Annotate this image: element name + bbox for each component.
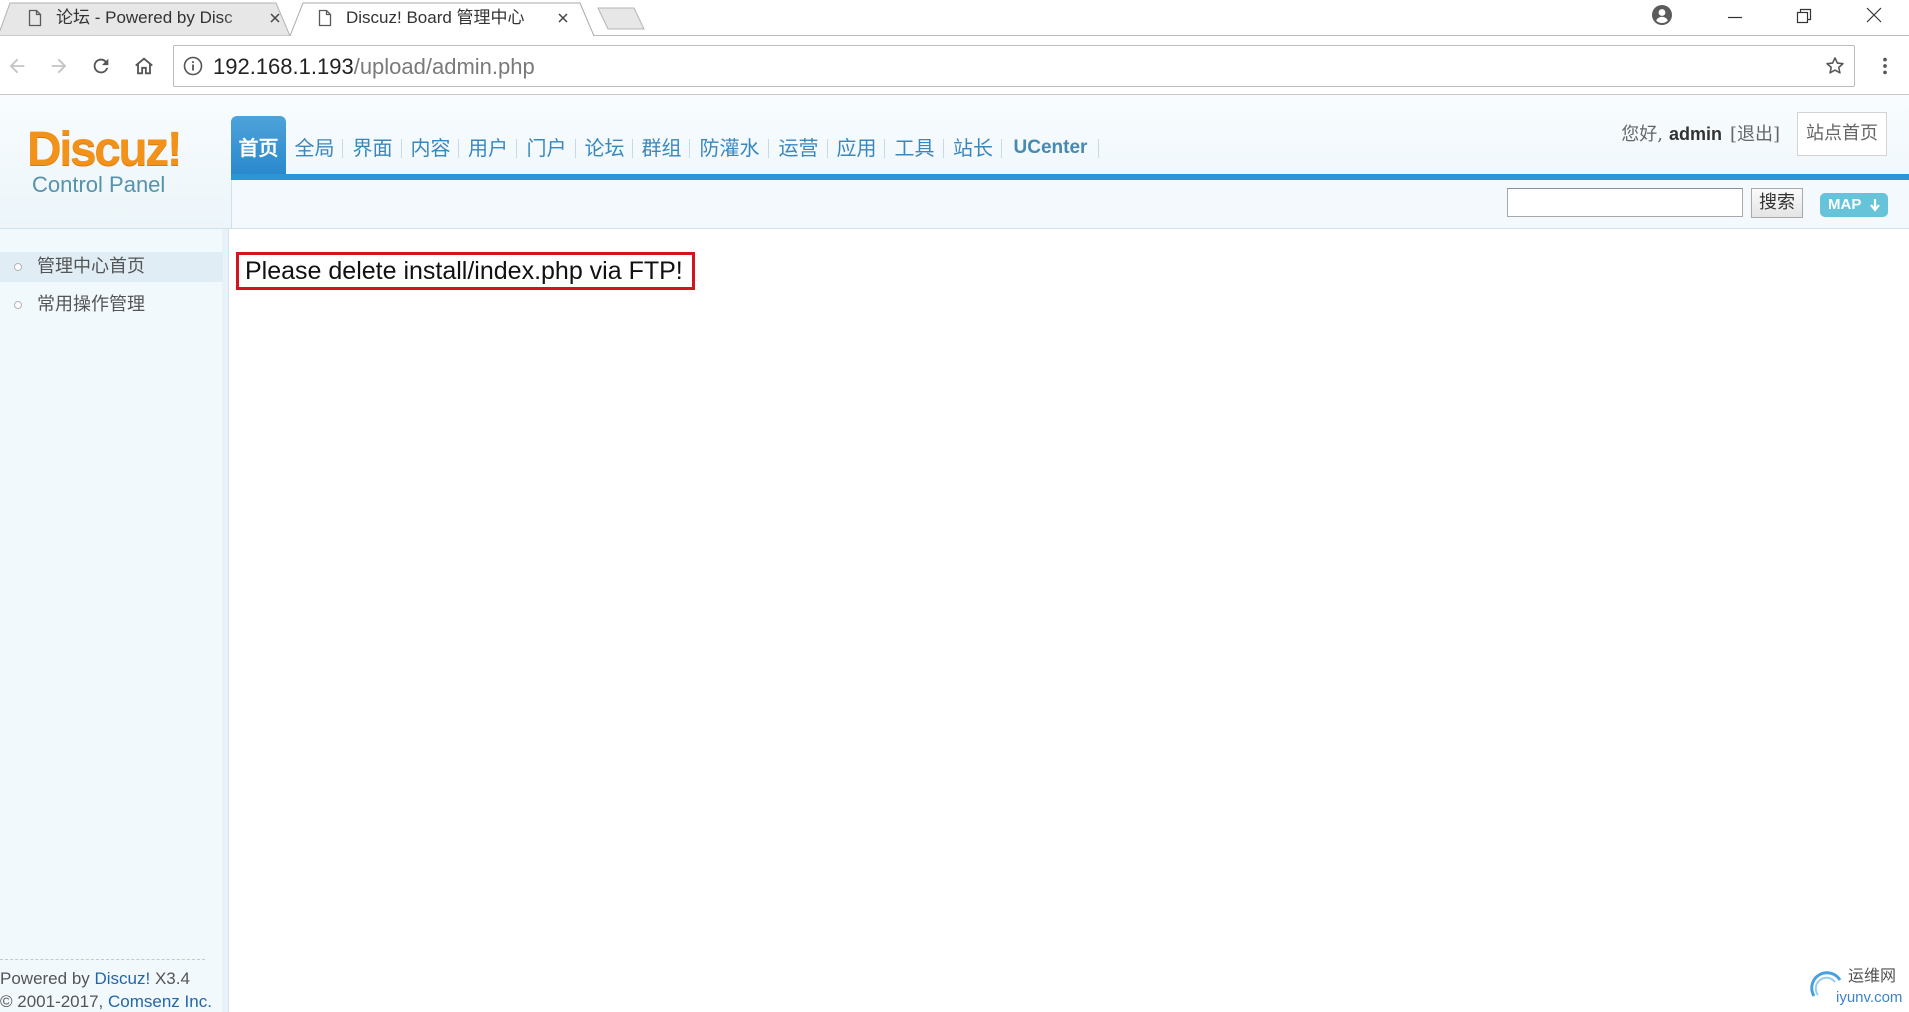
nav-tab-label: 全局 <box>294 136 335 160</box>
map-button-label: MAP <box>1828 196 1862 213</box>
nav-tab-label: 群组 <box>641 136 682 160</box>
nav-tab-label: 防灌水 <box>699 136 760 160</box>
nav-tab-ucenter[interactable]: UCenter <box>1002 116 1099 174</box>
search-button[interactable]: 搜索 <box>1751 188 1803 218</box>
browser-tab-admin[interactable]: Discuz! Board 管理中心 <box>292 0 592 36</box>
sidebar-item-label: 常用操作管理 <box>37 294 145 315</box>
nav-tab-forum[interactable]: 论坛 <box>576 116 633 174</box>
discuz-link[interactable]: Discuz! <box>95 969 151 988</box>
admin-header: Discuz! Control Panel 首页 全局 界面 内容 用户 门户 … <box>0 95 1909 229</box>
down-arrow-icon <box>1870 199 1880 212</box>
document-icon <box>318 9 332 27</box>
nav-tab-users[interactable]: 用户 <box>459 116 517 174</box>
nav-tab-interface[interactable]: 界面 <box>343 116 402 174</box>
restore-icon[interactable] <box>1796 8 1812 24</box>
url-path: /upload/admin.php <box>353 54 535 79</box>
nav-tab-global[interactable]: 全局 <box>286 116 343 174</box>
watermark-name: 运维网 <box>1848 968 1897 985</box>
map-button[interactable]: MAP <box>1820 193 1888 217</box>
powered-by-line: Powered by Discuz! X3.4 <box>0 969 190 988</box>
nav-tab-label: 运营 <box>778 136 819 160</box>
bullet-icon <box>14 263 22 271</box>
info-icon[interactable] <box>183 56 203 76</box>
logo: Discuz! Control Panel <box>0 95 229 229</box>
nav-tab-tools[interactable]: 工具 <box>885 116 944 174</box>
profile-icon[interactable] <box>1652 5 1672 25</box>
address-bar[interactable]: 192.168.1.193/upload/admin.php <box>173 45 1855 87</box>
menu-icon[interactable] <box>1879 55 1891 77</box>
tab-title: Discuz! Board 管理中心 <box>346 8 525 27</box>
nav-tab-label: 应用 <box>836 136 877 160</box>
sidebar: 管理中心首页 常用操作管理 Powered by Discuz! X3.4 © … <box>0 229 229 1012</box>
search-input[interactable] <box>1507 188 1743 217</box>
greeting-text: 您好, <box>1621 124 1663 145</box>
nav-tab-label: 用户 <box>468 136 508 160</box>
copyright-prefix: © 2001-2017, <box>0 992 108 1011</box>
close-icon[interactable] <box>268 11 282 25</box>
browser-tab-forum[interactable]: 论坛 - Powered by Disc <box>0 0 290 36</box>
powered-prefix: Powered by <box>0 969 95 988</box>
nav-tab-label: 论坛 <box>584 136 625 160</box>
address-text[interactable]: 192.168.1.193/upload/admin.php <box>213 54 535 80</box>
close-icon[interactable] <box>556 11 570 25</box>
document-icon <box>28 9 42 27</box>
comsenz-link[interactable]: Comsenz Inc. <box>108 992 212 1011</box>
minimize-icon[interactable] <box>1727 9 1743 25</box>
logout-link[interactable]: [退出] <box>1730 124 1780 145</box>
nav-tab-operations[interactable]: 运营 <box>769 116 828 174</box>
nav-tab-content[interactable]: 内容 <box>402 116 459 174</box>
nav-tab-apps[interactable]: 应用 <box>828 116 885 174</box>
browser-tab-strip: 论坛 - Powered by Disc Discuz! Board 管理中心 <box>0 0 1909 36</box>
home-icon[interactable] <box>133 55 155 77</box>
nav-tab-home[interactable]: 首页 <box>231 116 286 174</box>
copyright-line: © 2001-2017, Comsenz Inc. <box>0 992 212 1011</box>
nav-tab-label: 门户 <box>526 136 567 160</box>
new-tab-icon[interactable] <box>597 7 645 30</box>
forward-arrow-icon[interactable] <box>48 55 70 77</box>
tab-title: 论坛 - Powered by Disc <box>56 8 233 27</box>
nav-tab-label: 工具 <box>894 136 935 160</box>
footer-divider <box>0 959 205 960</box>
nav-tab-label: 界面 <box>352 136 393 160</box>
nav-tab-label: 内容 <box>410 136 451 160</box>
sidebar-item-common-operations[interactable]: 常用操作管理 <box>0 290 223 320</box>
user-greeting: 您好, admin [退出] <box>1590 123 1780 145</box>
reload-icon[interactable] <box>90 55 112 77</box>
back-arrow-icon[interactable] <box>6 55 28 77</box>
nav-tab-webmaster[interactable]: 站长 <box>944 116 1002 174</box>
nav-tab-groups[interactable]: 群组 <box>633 116 690 174</box>
nav-tab-portal[interactable]: 门户 <box>517 116 576 174</box>
install-warning-notice: Please delete install/index.php via FTP! <box>236 252 695 290</box>
close-window-icon[interactable] <box>1866 7 1882 23</box>
site-home-button[interactable]: 站点首页 <box>1797 112 1887 156</box>
nav-tab-label: 首页 <box>238 136 279 160</box>
watermark-site: iyunv.com <box>1836 989 1903 1006</box>
version-text: X3.4 <box>150 969 190 988</box>
nav-tab-anti-spam[interactable]: 防灌水 <box>690 116 769 174</box>
star-icon[interactable] <box>1824 55 1846 77</box>
nav-tab-label: UCenter <box>1013 137 1088 158</box>
sidebar-item-admin-home[interactable]: 管理中心首页 <box>0 252 223 282</box>
browser-toolbar: 192.168.1.193/upload/admin.php <box>0 36 1909 95</box>
search-row: 搜索 MAP <box>231 180 1909 228</box>
url-host: 192.168.1.193 <box>213 54 354 79</box>
username: admin <box>1668 124 1722 144</box>
nav-tab-label: 站长 <box>953 136 993 160</box>
bullet-icon <box>14 301 22 309</box>
sidebar-item-label: 管理中心首页 <box>37 256 145 277</box>
logo-brand: Discuz! <box>27 123 183 176</box>
logo-subtitle: Control Panel <box>32 172 166 197</box>
